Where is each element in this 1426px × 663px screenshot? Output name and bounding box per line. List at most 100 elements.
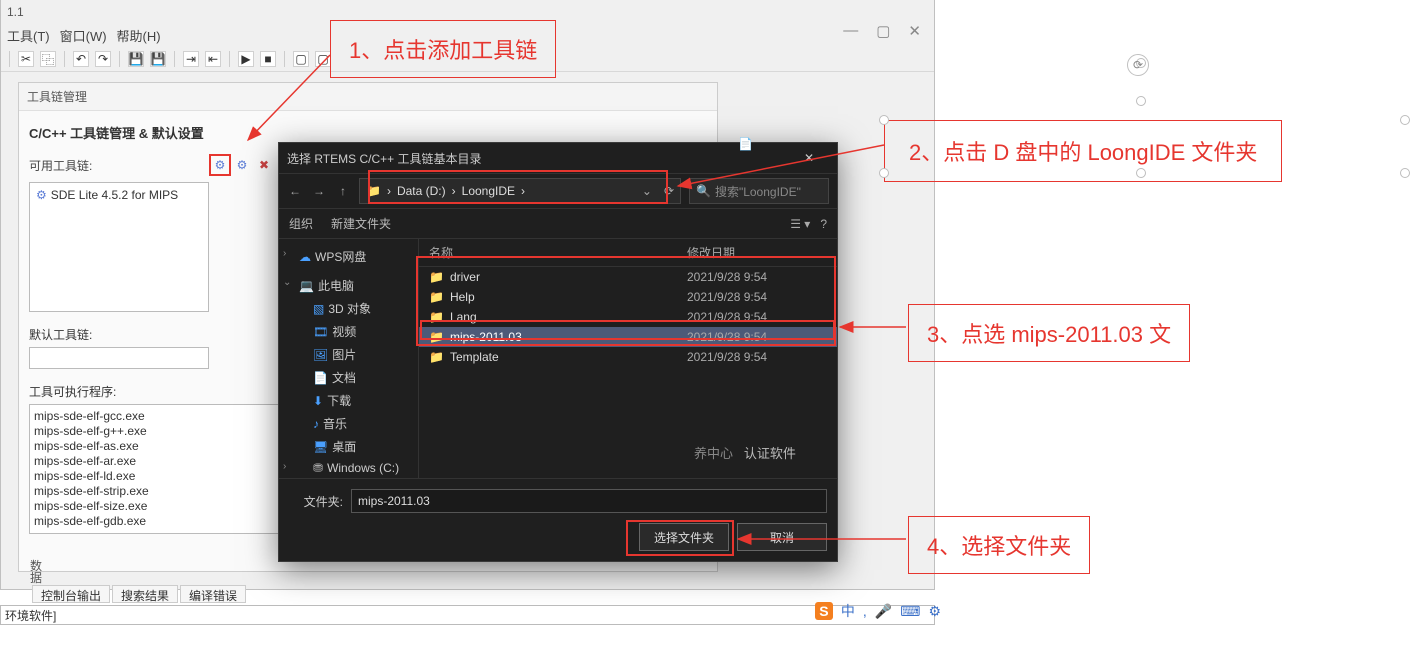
exe-item: mips-sde-elf-gcc.exe [34,409,304,424]
exe-item: mips-sde-elf-as.exe [34,439,304,454]
search-input[interactable]: 🔍 搜索"LoongIDE" [689,178,829,204]
tab-console-output[interactable]: 控制台输出 [32,585,110,603]
edit-toolchain-button[interactable] [231,154,253,176]
file-row[interactable]: 📁Help 2021/9/28 9:54 [419,287,837,307]
exe-item: mips-sde-elf-ar.exe [34,454,304,469]
search-placeholder: 搜索"LoongIDE" [715,183,801,200]
sidebar-item-desktop[interactable]: 🖥桌面 [279,435,418,458]
sogou-icon[interactable]: S [815,602,833,620]
address-bar[interactable]: 📁 › Data (D:) › LoongIDE › ⌄ ⟳ [359,178,681,204]
minimize-icon[interactable]: — [843,22,858,40]
chevron-down-icon[interactable]: ⌄ [642,184,652,198]
close-icon[interactable]: ✕ [908,22,921,40]
nav-up-button[interactable]: ↑ [335,184,351,198]
watermark-text: 养中心 认证软件 [694,443,796,462]
toolbar-run-icon[interactable]: ▶ [238,51,254,67]
nav-back-button[interactable]: ← [287,184,303,198]
env-row: 环境软件] [0,605,935,625]
available-toolchains-list[interactable]: SDE Lite 4.5.2 for MIPS [29,182,209,312]
ime-keyboard-icon[interactable]: ⌨ [900,603,920,620]
window-controls: — ▢ ✕ [843,22,921,40]
sidebar-item-documents[interactable]: 📄文档 [279,366,418,389]
toolbar-save-icon[interactable]: 💾 [128,51,144,67]
toolbar-stop-icon[interactable]: ■ [260,51,276,67]
toolbar-outdent-icon[interactable]: ⇤ [205,51,221,67]
folder-field-input[interactable] [351,489,827,513]
add-toolchain-button[interactable] [209,154,231,176]
nav-forward-button[interactable]: → [311,184,327,198]
sidebar-item-wps[interactable]: ›☁WPS网盘 [279,245,418,268]
gear-icon [36,188,47,202]
toolbar-redo-icon[interactable]: ↷ [95,51,111,67]
new-folder-button[interactable]: 新建文件夹 [331,215,391,232]
sidebar-item-downloads[interactable]: ⬇下载 [279,389,418,412]
cancel-button[interactable]: 取消 [737,523,827,551]
tcm-panel-title: 工具链管理 [19,83,717,111]
folder-icon: 📁 [429,350,444,364]
exe-list: mips-sde-elf-gcc.exe mips-sde-elf-g++.ex… [29,404,309,534]
menu-tools[interactable]: 工具(T) [7,26,50,45]
toolbar-clean-icon[interactable]: ▢ [315,51,331,67]
ime-punct[interactable]: , [863,603,867,619]
toolchain-item[interactable]: SDE Lite 4.5.2 for MIPS [34,187,204,203]
exe-item: mips-sde-elf-strip.exe [34,484,304,499]
sidebar-item-3d[interactable]: ▧3D 对象 [279,297,418,320]
search-icon: 🔍 [696,184,711,198]
toolbar-build-icon[interactable]: ▢ [293,51,309,67]
toolbar-copy-icon[interactable]: ⿻ [40,51,56,67]
organize-menu[interactable]: 组织 [289,215,313,232]
view-icon[interactable]: ☰ ▾ [790,217,810,231]
help-icon[interactable]: ? [820,217,827,231]
file-row[interactable]: 📁Lang 2021/9/28 9:54 [419,307,837,327]
select-folder-button[interactable]: 选择文件夹 [639,523,729,551]
delete-toolchain-button[interactable] [253,154,275,176]
tab-search-results[interactable]: 搜索结果 [112,585,178,603]
path-sep: › [521,184,525,198]
file-list-header[interactable]: 名称 修改日期 [419,239,837,267]
toolchain-item-label: SDE Lite 4.5.2 for MIPS [51,188,178,202]
toolbar-cut-icon[interactable]: ✂ [18,51,34,67]
sidebar-item-pictures[interactable]: 🖼图片 [279,343,418,366]
doc-icon: 📄 [738,137,753,151]
close-button[interactable]: ✕ [789,151,829,165]
path-sep: › [452,184,456,198]
ime-settings-icon[interactable]: ⚙ [928,603,941,620]
path-segment[interactable]: Data (D:) [397,184,446,198]
toolbar-saveall-icon[interactable]: 💾 [150,51,166,67]
rotate-handle-icon[interactable]: ⟳ [1127,54,1149,76]
menu-help[interactable]: 帮助(H) [117,26,161,45]
default-toolchain-input[interactable] [29,347,209,369]
folder-icon: 📁 [429,330,444,344]
annotation-4: 4、选择文件夹 [908,516,1090,574]
folder-icon: 📁 [429,270,444,284]
gear-icon [237,158,248,172]
file-row[interactable]: 📁Template 2021/9/28 9:54 [419,347,837,367]
ime-mic-icon[interactable]: 🎤 [875,603,892,620]
folder-field-label: 文件夹: [289,493,343,510]
exe-item: mips-sde-elf-g++.exe [34,424,304,439]
path-segment[interactable]: LoongIDE [462,184,515,198]
maximize-icon[interactable]: ▢ [876,22,890,40]
file-row[interactable]: 📁driver 2021/9/28 9:54 [419,267,837,287]
toolbar-indent-icon[interactable]: ⇥ [183,51,199,67]
ime-cn[interactable]: 中 [841,601,855,621]
exe-item: mips-sde-elf-size.exe [34,499,304,514]
refresh-icon[interactable]: ⟳ [664,184,674,198]
menu-window[interactable]: 窗口(W) [60,26,107,45]
file-row-selected[interactable]: 📁mips-2011.03 2021/9/28 9:54 [419,327,837,347]
toolbar-undo-icon[interactable]: ↶ [73,51,89,67]
path-sep: › [387,184,391,198]
bottom-tabs: 控制台输出 搜索结果 编译错误 [32,585,246,603]
sidebar-item-music[interactable]: ♪音乐 [279,412,418,435]
tab-compile-errors[interactable]: 编译错误 [180,585,246,603]
column-name[interactable]: 名称 [429,244,687,261]
column-modified[interactable]: 修改日期 [687,244,827,261]
folder-icon: 📁 [366,184,381,198]
exe-item: mips-sde-elf-gdb.exe [34,514,304,529]
gear-icon [215,158,226,172]
folder-browse-dialog: 选择 RTEMS C/C++ 工具链基本目录 ✕ ← → ↑ 📁 › Data … [278,142,838,562]
navigation-pane[interactable]: ›☁WPS网盘 ⌄💻此电脑 ▧3D 对象 🎞视频 🖼图片 📄文档 ⬇下载 ♪音乐… [279,239,419,478]
sidebar-item-this-pc[interactable]: ⌄💻此电脑 [279,274,418,297]
sidebar-item-c-drive[interactable]: ›⛃Windows (C:) [279,458,418,478]
sidebar-item-video[interactable]: 🎞视频 [279,320,418,343]
